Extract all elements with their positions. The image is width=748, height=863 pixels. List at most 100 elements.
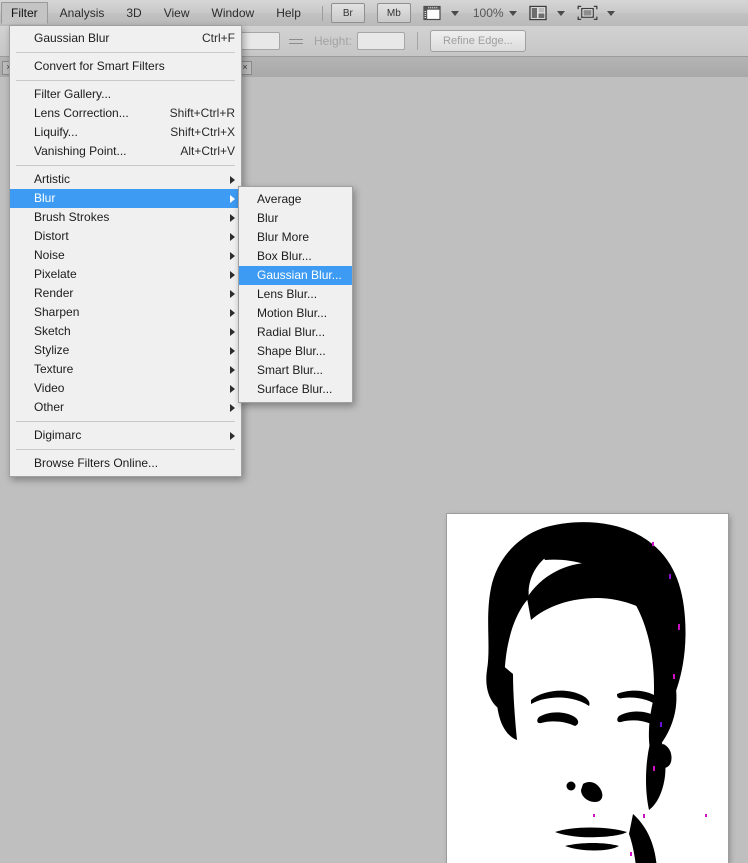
menu-item-label: Smart Blur... <box>257 363 324 377</box>
menu-item-label: Video <box>34 381 65 395</box>
menu-item-label: Convert for Smart Filters <box>34 59 165 73</box>
submenu-arrow-icon <box>230 251 235 260</box>
arrange-documents-dropdown-icon[interactable] <box>556 10 565 16</box>
filter-menu-item-brush-strokes[interactable]: Brush Strokes <box>10 208 241 227</box>
menu-item-label: Render <box>34 286 74 300</box>
view-extras-icon[interactable] <box>423 5 442 21</box>
menu-separator <box>16 80 235 81</box>
submenu-arrow-icon <box>230 327 235 336</box>
launch-bridge-button[interactable]: Br <box>330 3 365 23</box>
menu-item-label: Radial Blur... <box>257 325 326 339</box>
filter-menu-item-pixelate[interactable]: Pixelate <box>10 265 241 284</box>
options-divider <box>417 32 419 50</box>
document-canvas[interactable] <box>447 514 728 863</box>
menu-item-label: Lens Blur... <box>257 287 318 301</box>
menu-item-label: Stylize <box>34 343 70 357</box>
filter-menu-item-convert-for-smart-filters[interactable]: Convert for Smart Filters <box>10 57 241 76</box>
menu-separator <box>16 165 235 166</box>
filter-menu-item-digimarc[interactable]: Digimarc <box>10 426 241 445</box>
filter-menu-item-noise[interactable]: Noise <box>10 246 241 265</box>
menu-bar: Filter Analysis 3D View Window Help Br M… <box>0 0 748 27</box>
blur-submenu-item-motion-blur[interactable]: Motion Blur... <box>239 304 352 323</box>
menu-window[interactable]: Window <box>202 2 265 24</box>
menu-item-shortcut: Ctrl+F <box>202 31 235 45</box>
menu-item-label: Shape Blur... <box>257 344 326 358</box>
filter-menu-item-sketch[interactable]: Sketch <box>10 322 241 341</box>
blur-submenu-item-surface-blur[interactable]: Surface Blur... <box>239 380 352 399</box>
menu-item-label: Filter Gallery... <box>34 87 112 101</box>
menu-item-label: Lens Correction... <box>34 106 129 120</box>
filter-menu-item-browse-filters-online[interactable]: Browse Filters Online... <box>10 454 241 473</box>
filter-menu-item-other[interactable]: Other <box>10 398 241 417</box>
blur-submenu[interactable]: Average Blur Blur More Box Blur... Gaussian … <box>238 186 353 403</box>
filter-menu-item-lens-correction[interactable]: Lens Correction... Shift+Ctrl+R <box>10 104 241 123</box>
menu-item-label: Gaussian Blur <box>34 31 110 45</box>
blur-submenu-item-blur[interactable]: Blur <box>239 209 352 228</box>
screen-mode-icon[interactable] <box>577 5 598 21</box>
submenu-arrow-icon <box>230 365 235 374</box>
swap-dimensions-icon[interactable] <box>288 33 306 49</box>
menu-separator <box>16 421 235 422</box>
height-label: Height: <box>314 34 353 48</box>
menu-item-label: Browse Filters Online... <box>34 456 159 470</box>
submenu-arrow-icon <box>230 403 235 412</box>
filter-menu-item-render[interactable]: Render <box>10 284 241 303</box>
photoshop-window: Filter Analysis 3D View Window Help Br M… <box>0 0 748 863</box>
filter-menu-item-video[interactable]: Video <box>10 379 241 398</box>
filter-menu-item-liquify[interactable]: Liquify... Shift+Ctrl+X <box>10 123 241 142</box>
menu-view[interactable]: View <box>154 2 200 24</box>
screen-mode-dropdown-icon[interactable] <box>606 10 615 16</box>
filter-menu-item-texture[interactable]: Texture <box>10 360 241 379</box>
menu-item-label: Vanishing Point... <box>34 144 127 158</box>
menu-separator <box>16 52 235 53</box>
menu-item-label: Average <box>257 192 302 206</box>
blur-submenu-item-radial-blur[interactable]: Radial Blur... <box>239 323 352 342</box>
filter-menu-item-blur[interactable]: Blur <box>10 189 241 208</box>
view-extras-dropdown-icon[interactable] <box>450 10 459 16</box>
menu-item-label: Distort <box>34 229 69 243</box>
filter-menu-item-vanishing-point[interactable]: Vanishing Point... Alt+Ctrl+V <box>10 142 241 161</box>
menu-separator <box>16 449 235 450</box>
menu-item-label: Noise <box>34 248 65 262</box>
menu-item-label: Blur <box>257 211 279 225</box>
menu-3d[interactable]: 3D <box>116 2 151 24</box>
blur-submenu-item-average[interactable]: Average <box>239 190 352 209</box>
filter-dropdown-menu[interactable]: Gaussian Blur Ctrl+F Convert for Smart Fil… <box>9 25 242 477</box>
menu-item-label: Pixelate <box>34 267 77 281</box>
refine-edge-button[interactable]: Refine Edge... <box>430 30 526 52</box>
filter-menu-item-sharpen[interactable]: Sharpen <box>10 303 241 322</box>
submenu-arrow-icon <box>230 175 235 184</box>
filter-menu-item-stylize[interactable]: Stylize <box>10 341 241 360</box>
submenu-arrow-icon <box>230 346 235 355</box>
menu-help[interactable]: Help <box>266 2 311 24</box>
blur-submenu-item-lens-blur[interactable]: Lens Blur... <box>239 285 352 304</box>
menu-item-label: Digimarc <box>34 428 82 442</box>
filter-menu-item-filter-gallery[interactable]: Filter Gallery... <box>10 85 241 104</box>
blur-submenu-item-box-blur[interactable]: Box Blur... <box>239 247 352 266</box>
menu-item-label: Other <box>34 400 65 414</box>
menu-item-label: Blur More <box>257 230 310 244</box>
menu-item-shortcut: Shift+Ctrl+R <box>169 106 235 120</box>
arrange-documents-icon[interactable] <box>528 5 548 21</box>
menu-item-label: Box Blur... <box>257 249 312 263</box>
zoom-level-value: 100% <box>472 6 504 20</box>
menu-item-label: Blur <box>34 191 56 205</box>
menu-item-label: Artistic <box>34 172 70 186</box>
blur-submenu-item-smart-blur[interactable]: Smart Blur... <box>239 361 352 380</box>
filter-menu-item-artistic[interactable]: Artistic <box>10 170 241 189</box>
height-field[interactable] <box>357 32 406 50</box>
filter-menu-item-distort[interactable]: Distort <box>10 227 241 246</box>
menu-filter[interactable]: Filter <box>1 2 48 24</box>
blur-submenu-item-shape-blur[interactable]: Shape Blur... <box>239 342 352 361</box>
submenu-arrow-icon <box>230 308 235 317</box>
submenu-arrow-icon <box>230 213 235 222</box>
blur-submenu-item-gaussian-blur[interactable]: Gaussian Blur... <box>239 266 352 285</box>
menu-analysis[interactable]: Analysis <box>50 2 115 24</box>
zoom-level-dropdown-icon[interactable] <box>508 10 517 16</box>
menu-item-label: Sketch <box>34 324 71 338</box>
menu-item-label: Gaussian Blur... <box>257 268 342 282</box>
filter-menu-item-gaussian-blur[interactable]: Gaussian Blur Ctrl+F <box>10 29 241 48</box>
blur-submenu-item-blur-more[interactable]: Blur More <box>239 228 352 247</box>
submenu-arrow-icon <box>230 289 235 298</box>
launch-mini-bridge-button[interactable]: Mb <box>376 3 411 23</box>
